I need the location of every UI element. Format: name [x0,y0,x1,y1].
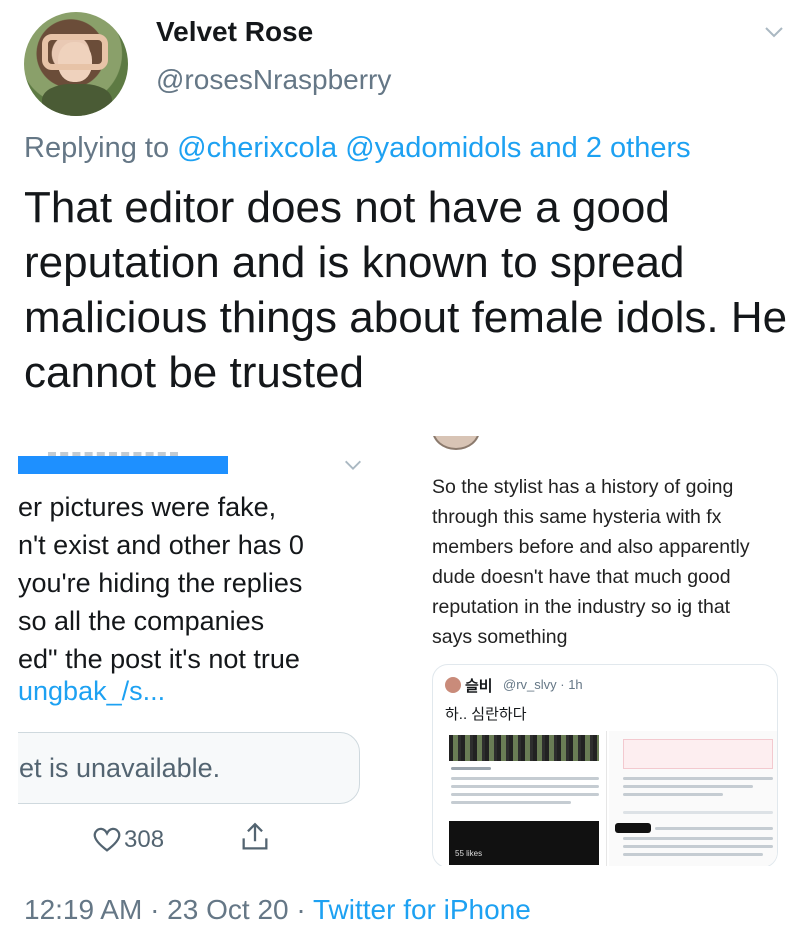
heart-icon [93,827,121,852]
unavailable-tweet-box: et is unavailable. [18,732,360,804]
reply-context: Replying to @cherixcola @yadomidols and … [24,132,691,165]
post-likes: 55 likes [455,849,483,858]
like-count: 308 [124,826,165,853]
snippet-line: so all the companies [18,606,265,636]
snippet-line: ed" the post it's not true [18,644,300,674]
avatar-hands [42,34,108,70]
share-icon [242,822,268,850]
snippet-line: er pictures were fake, [18,492,277,522]
tweet-source[interactable]: Twitter for iPhone [313,894,531,925]
reply-prefix: Replying to [24,132,170,164]
attached-image-left[interactable]: er pictures were fake, n't exist and oth… [18,436,398,866]
chevron-down-icon[interactable] [762,20,786,44]
tweet-text: That editor does not have a good reputat… [24,183,788,397]
quoted-image-article [609,731,777,866]
cropped-avatar [432,436,480,450]
snippet-line: n't exist and other has 0 [18,530,304,560]
author-handle[interactable]: @rosesNraspberry [156,64,391,96]
quoted-text: 하.. 심란하다 [445,706,527,723]
unavailable-text: et is unavailable. [19,753,221,783]
avatar-shirt [42,84,112,116]
cropped-header [48,436,178,456]
redaction-bar [615,823,651,833]
snippet-line: you're hiding the replies [18,568,303,598]
quoted-avatar [445,677,461,693]
redaction-bar [18,456,228,474]
quoted-handle: @rv_slvy · 1h [503,677,583,692]
attached-image-right[interactable]: So the stylist has a history of going th… [414,436,786,866]
author-display-name[interactable]: Velvet Rose [156,16,313,48]
quoted-tweet: 슬비 @rv_slvy · 1h 하.. 심란하다 55 likes [432,664,778,866]
snippet-text: er pictures were fake, n't exist and oth… [18,488,378,678]
tweet-metadata: 12:19 AM · 23 Oct 20 · Twitter for iPhon… [24,894,531,926]
chevron-down-icon [345,460,361,470]
screenshot-tweet-text: So the stylist has a history of going th… [432,476,750,648]
tweet-timestamp: 12:19 AM · 23 Oct 20 · [24,894,313,925]
quoted-name: 슬비 [465,678,493,695]
post-photo [449,735,599,761]
snippet-link: ungbak_/s... [18,676,166,706]
post-dark-panel: 55 likes [449,821,599,865]
article-banner [623,739,773,769]
quoted-image-instagram: 55 likes [445,731,607,866]
author-avatar[interactable] [24,12,128,116]
reply-mentions[interactable]: @cherixcola @yadomidols and 2 others [177,132,690,164]
